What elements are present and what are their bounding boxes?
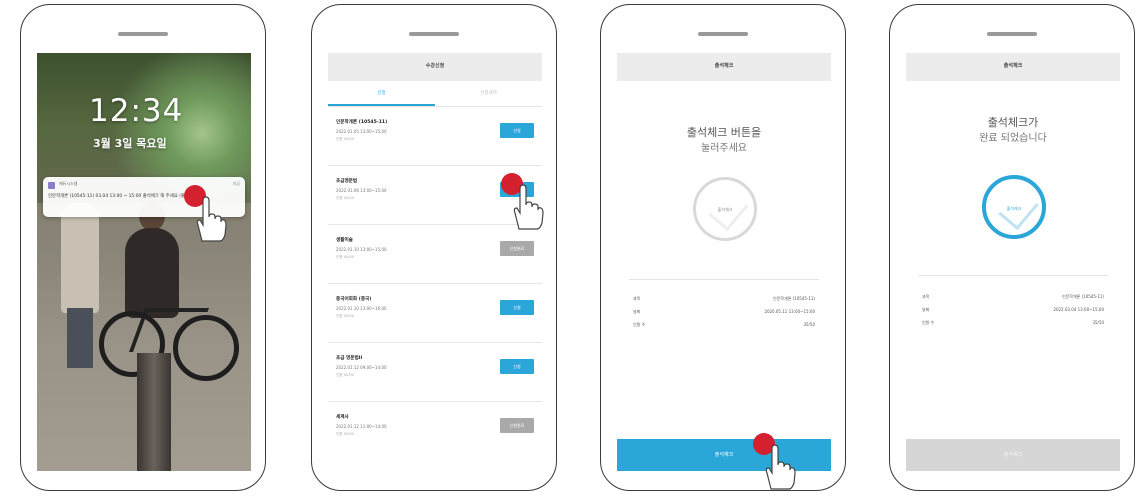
course-time: 2022.01.12 11:00~14:00 <box>336 424 387 429</box>
course-screen: 수강신청 신청 신청내역 인문학개론 (10545-11) 2022.01.05… <box>328 53 542 471</box>
course-name: 초급영문법 <box>336 179 358 184</box>
info-row: 과목 인문학개론 (10545-11) <box>922 294 1104 299</box>
course-time: 2022.01.10 13:00~15:00 <box>336 247 387 252</box>
app-bar: 출석체크 <box>906 53 1120 81</box>
prompt-line-1: 출석체크 버튼을 <box>686 126 762 139</box>
list-item: 중국어회화 (중국) 2022.01.10 13:00~16:00 인원 00/… <box>328 284 542 343</box>
attendance-check-button-disabled: 출석체크 <box>906 439 1120 471</box>
circle-label: 출석체크 <box>1006 206 1022 211</box>
applied-button[interactable]: 신청완료 <box>500 241 534 256</box>
course-capacity: 인원 00/00 <box>336 137 355 141</box>
circle-label: 출석체크 <box>717 207 733 212</box>
course-info: 과목 인문학개론 (10545-11) 날짜 2020.05.11 13:00~… <box>629 279 819 331</box>
attendance-circle-complete: 출석체크 <box>982 175 1046 239</box>
page-title: 출석체크 <box>714 63 734 69</box>
info-row: 인원 수 35/50 <box>633 322 815 327</box>
attendance-screen: 출석체크 출석체크 버튼을 눌러주세요 출석체크 과목 인문학개론 (10545… <box>617 53 831 471</box>
course-capacity: 인원 00/00 <box>336 196 355 200</box>
lock-screen: 12:34 3월 3일 목요일 에듀시스템 지금 인문학개론 (10545-11… <box>37 53 251 471</box>
tap-hand-icon <box>501 173 545 233</box>
info-row: 날짜 2022.03.04 13:00~15:00 <box>922 307 1104 312</box>
info-row: 날짜 2020.05.11 13:00~15:00 <box>633 309 815 314</box>
info-row: 과목 인문학개론 (10545-11) <box>633 296 815 301</box>
list-item: 생활미술 2022.01.10 13:00~15:00 인원 00/00 신청완… <box>328 225 542 284</box>
app-bar: 출석체크 <box>617 53 831 81</box>
list-item: 초급 영문법II 2022.01.12 09:00~14:00 인원 00/00… <box>328 343 542 402</box>
course-time: 2022.01.06 13:00~15:00 <box>336 188 387 193</box>
attendance-circle: 출석체크 <box>693 177 757 241</box>
lock-time: 12:34 <box>89 93 184 129</box>
list-item: 인문학개론 (10545-11) 2022.01.05 13:00~15:00 … <box>328 107 542 166</box>
attendance-complete-screen: 출석체크 출석체크가 완료 되었습니다 출석체크 과목 인문학개론 (10545… <box>906 53 1120 471</box>
course-name: 중국어회화 (중국) <box>336 297 372 302</box>
lock-date: 3월 3일 목요일 <box>93 137 167 150</box>
applied-button[interactable]: 신청완료 <box>500 418 534 433</box>
course-time: 2022.01.10 13:00~16:00 <box>336 306 387 311</box>
tab-bar: 신청 신청내역 <box>328 81 542 107</box>
tab-history[interactable]: 신청내역 <box>435 81 542 106</box>
course-name: 인문학개론 (10545-11) <box>336 120 388 125</box>
app-bar: 수강신청 <box>328 53 542 81</box>
apply-button[interactable]: 신청 <box>500 300 534 315</box>
page-title: 출석체크 <box>1003 63 1023 69</box>
course-capacity: 인원 00/00 <box>336 255 355 259</box>
phone-speaker <box>118 32 168 36</box>
tap-hand-icon <box>753 433 797 493</box>
course-capacity: 인원 00/00 <box>336 314 355 318</box>
app-icon <box>48 182 55 189</box>
prompt-line-2: 완료 되었습니다 <box>979 133 1047 144</box>
attendance-check-button[interactable]: 출석체크 <box>617 439 831 471</box>
prompt-line-2: 눌러주세요 <box>701 143 747 154</box>
phone-speaker <box>987 32 1037 36</box>
course-name: 초급 영문법II <box>336 356 363 361</box>
tab-apply[interactable]: 신청 <box>328 81 435 106</box>
notification-time: 지금 <box>232 181 240 186</box>
info-row: 인원 수 35/50 <box>922 320 1104 325</box>
phone-course-list: 수강신청 신청 신청내역 인문학개론 (10545-11) 2022.01.05… <box>311 4 557 491</box>
course-name: 세계사 <box>336 415 349 420</box>
phone-lockscreen: 12:34 3월 3일 목요일 에듀시스템 지금 인문학개론 (10545-11… <box>20 4 266 491</box>
phone-attendance-check: 출석체크 출석체크 버튼을 눌러주세요 출석체크 과목 인문학개론 (10545… <box>600 4 846 491</box>
phone-speaker <box>698 32 748 36</box>
course-capacity: 인원 00/00 <box>336 373 355 377</box>
phone-speaker <box>409 32 459 36</box>
phone-attendance-complete: 출석체크 출석체크가 완료 되었습니다 출석체크 과목 인문학개론 (10545… <box>889 4 1135 491</box>
course-time: 2022.01.05 13:00~15:00 <box>336 129 387 134</box>
prompt-line-1: 출석체크가 <box>987 116 1039 129</box>
apply-button[interactable]: 신청 <box>500 123 534 138</box>
course-name: 생활미술 <box>336 238 353 243</box>
course-info: 과목 인문학개론 (10545-11) 날짜 2022.03.04 13:00~… <box>918 275 1108 329</box>
page-title: 수강신청 <box>425 63 445 69</box>
course-list: 인문학개론 (10545-11) 2022.01.05 13:00~15:00 … <box>328 107 542 461</box>
course-capacity: 인원 00/00 <box>336 432 355 436</box>
course-time: 2022.01.12 09:00~14:00 <box>336 365 387 370</box>
notification-app-name: 에듀시스템 <box>59 181 78 186</box>
apply-button[interactable]: 신청 <box>500 359 534 374</box>
tap-hand-icon <box>184 185 228 245</box>
list-item: 세계사 2022.01.12 11:00~14:00 인원 00/00 신청완료 <box>328 402 542 461</box>
